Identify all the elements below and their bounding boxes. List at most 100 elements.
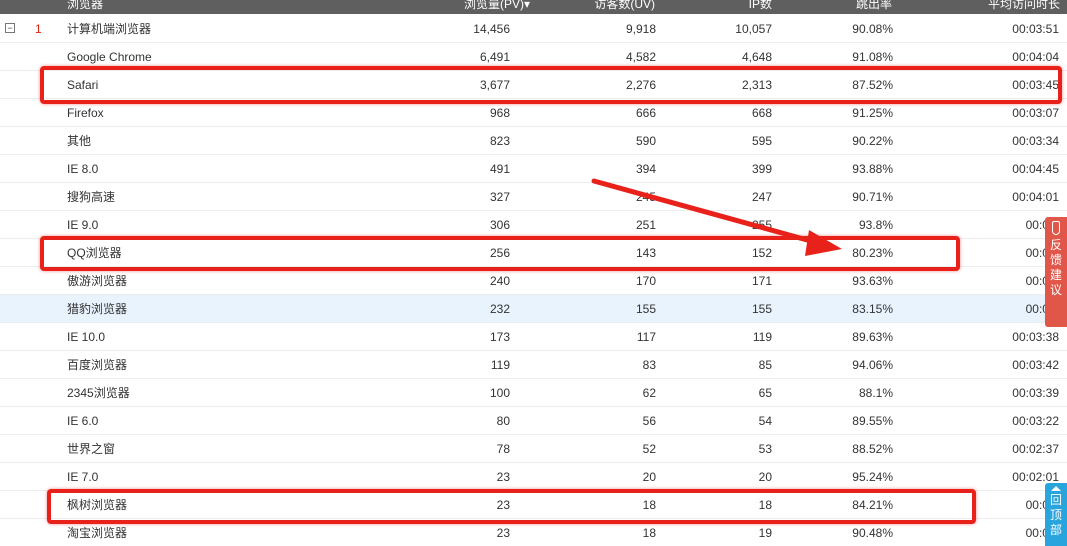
group-row-desktop-browsers[interactable]: − 1 计算机端浏览器 14,456 9,918 10,057 90.08% 0…: [0, 15, 1067, 43]
cell-bounce-rate: 90.71%: [852, 190, 893, 204]
cell-avg-visit-time: 00:04:01: [1012, 190, 1059, 204]
cell-ip: 85: [758, 358, 772, 372]
table-row[interactable]: QQ浏览器 256 143 152 80.23% 00:03:: [0, 239, 1067, 267]
table-row[interactable]: IE 7.0 23 20 20 95.24% 00:02:01: [0, 463, 1067, 491]
cell-avg-visit-time: 00:04:04: [1012, 50, 1059, 64]
cell-avg-visit-time: 00:03:07: [1012, 106, 1059, 120]
cell-browser-name: IE 10.0: [67, 330, 106, 344]
cell-bounce-rate: 83.15%: [852, 302, 893, 316]
table-row[interactable]: Firefox 968 666 668 91.25% 00:03:07: [0, 99, 1067, 127]
column-header-pv[interactable]: 浏览量(PV)▾: [464, 0, 530, 12]
cell-browser-name: 枫树浏览器: [67, 498, 128, 512]
cell-browser-name: Safari: [67, 78, 99, 92]
table-row[interactable]: 百度浏览器 119 83 85 94.06% 00:03:42: [0, 351, 1067, 379]
column-header-bounce-rate[interactable]: 跳出率: [856, 0, 892, 12]
group-bounce-rate: 90.08%: [852, 22, 893, 36]
cell-bounce-rate: 88.52%: [852, 442, 893, 456]
cell-browser-name: 2345浏览器: [67, 386, 130, 400]
cell-ip: 2,313: [741, 78, 772, 92]
cell-uv: 4,582: [625, 50, 656, 64]
cell-pv: 240: [489, 274, 510, 288]
cell-pv: 968: [489, 106, 510, 120]
table-row[interactable]: IE 10.0 173 117 119 89.63% 00:03:38: [0, 323, 1067, 351]
column-header-uv[interactable]: 访客数(UV): [594, 0, 655, 12]
cell-avg-visit-time: 00:03:42: [1012, 358, 1059, 372]
cell-uv: 117: [636, 330, 656, 344]
table-row[interactable]: 搜狗高速 327 245 247 90.71% 00:04:01: [0, 183, 1067, 211]
cell-pv: 100: [489, 386, 510, 400]
cell-ip: 119: [752, 330, 772, 344]
cell-bounce-rate: 88.1%: [858, 386, 893, 400]
cell-uv: 394: [635, 162, 656, 176]
cell-ip: 4,648: [741, 50, 772, 64]
table-row[interactable]: 傲游浏览器 240 170 171 93.63% 00:03:: [0, 267, 1067, 295]
cell-pv: 23: [496, 498, 510, 512]
cell-ip: 53: [758, 442, 772, 456]
column-header-ip[interactable]: IP数: [749, 0, 772, 12]
cell-ip: 171: [751, 274, 772, 288]
table-row[interactable]: IE 6.0 80 56 54 89.55% 00:03:22: [0, 407, 1067, 435]
feedback-char: 馈: [1049, 253, 1062, 267]
cell-ip: 18: [758, 498, 772, 512]
column-header-avg-visit-time[interactable]: 平均访问时长: [988, 0, 1060, 12]
cell-browser-name: IE 7.0: [67, 470, 99, 484]
back-to-top-char: 回: [1049, 493, 1062, 507]
table-row[interactable]: 世界之窗 78 52 53 88.52% 00:02:37: [0, 435, 1067, 463]
cell-pv: 256: [489, 246, 510, 260]
cell-bounce-rate: 93.63%: [852, 274, 893, 288]
cell-bounce-rate: 90.48%: [852, 526, 893, 540]
cell-bounce-rate: 80.23%: [852, 246, 893, 260]
cell-uv: 666: [635, 106, 656, 120]
table-row[interactable]: 淘宝浏览器 23 18 19 90.48% 00:03:: [0, 519, 1067, 546]
cell-uv: 245: [635, 190, 656, 204]
cell-ip: 255: [751, 218, 772, 232]
cell-browser-name: IE 8.0: [67, 162, 99, 176]
back-to-top-char: 顶: [1049, 508, 1062, 522]
table-row[interactable]: IE 8.0 491 394 399 93.88% 00:04:45: [0, 155, 1067, 183]
table-row[interactable]: Safari 3,677 2,276 2,313 87.52% 00:03:45: [0, 71, 1067, 99]
arrow-up-icon: [1051, 486, 1061, 491]
table-row[interactable]: Google Chrome 6,491 4,582 4,648 91.08% 00:04:…: [0, 43, 1067, 71]
feedback-char: 议: [1049, 283, 1062, 297]
cell-uv: 18: [642, 526, 656, 540]
table-row[interactable]: IE 9.0 306 251 255 93.8% 00:03:: [0, 211, 1067, 239]
cell-uv: 143: [635, 246, 656, 260]
table-row[interactable]: 其他 823 590 595 90.22% 00:03:34: [0, 127, 1067, 155]
cell-uv: 62: [642, 386, 656, 400]
cell-uv: 20: [642, 470, 656, 484]
cell-ip: 595: [751, 134, 772, 148]
table-row[interactable]: 猎豹浏览器 232 155 155 83.15% 00:03:: [0, 295, 1067, 323]
cell-ip: 65: [758, 386, 772, 400]
cell-uv: 18: [642, 498, 656, 512]
feedback-char: 反: [1049, 238, 1062, 252]
table-row[interactable]: 枫树浏览器 23 18 18 84.21% 00:02:: [0, 491, 1067, 519]
cell-browser-name: QQ浏览器: [67, 246, 122, 260]
cell-browser-name: 其他: [67, 134, 92, 148]
collapse-toggle-icon[interactable]: −: [5, 23, 15, 33]
group-avg-visit-time: 00:03:51: [1012, 22, 1059, 36]
cell-ip: 247: [751, 190, 772, 204]
cell-uv: 83: [642, 358, 656, 372]
cell-ip: 399: [751, 162, 772, 176]
cell-pv: 78: [496, 442, 510, 456]
back-to-top-char: 部: [1049, 523, 1062, 537]
cell-uv: 56: [642, 414, 656, 428]
cell-browser-name: 世界之窗: [67, 442, 116, 456]
cell-pv: 823: [489, 134, 510, 148]
column-header-browser[interactable]: 浏览器: [67, 0, 103, 12]
cell-ip: 20: [758, 470, 772, 484]
cell-pv: 119: [490, 358, 510, 372]
feedback-button[interactable]: 反馈建议: [1045, 217, 1067, 327]
cell-avg-visit-time: 00:03:34: [1012, 134, 1059, 148]
table-header: 浏览器 浏览量(PV)▾ 访客数(UV) IP数 跳出率 平均访问时长: [0, 0, 1067, 14]
cell-bounce-rate: 93.8%: [858, 218, 893, 232]
back-to-top-button[interactable]: 回顶部: [1045, 483, 1067, 546]
table-row[interactable]: 2345浏览器 100 62 65 88.1% 00:03:39: [0, 379, 1067, 407]
cell-bounce-rate: 91.08%: [852, 50, 893, 64]
group-pv: 14,456: [473, 22, 510, 36]
cell-pv: 173: [489, 330, 510, 344]
group-ip: 10,057: [735, 22, 772, 36]
cell-pv: 23: [496, 526, 510, 540]
cell-uv: 155: [635, 302, 656, 316]
cell-uv: 52: [642, 442, 656, 456]
